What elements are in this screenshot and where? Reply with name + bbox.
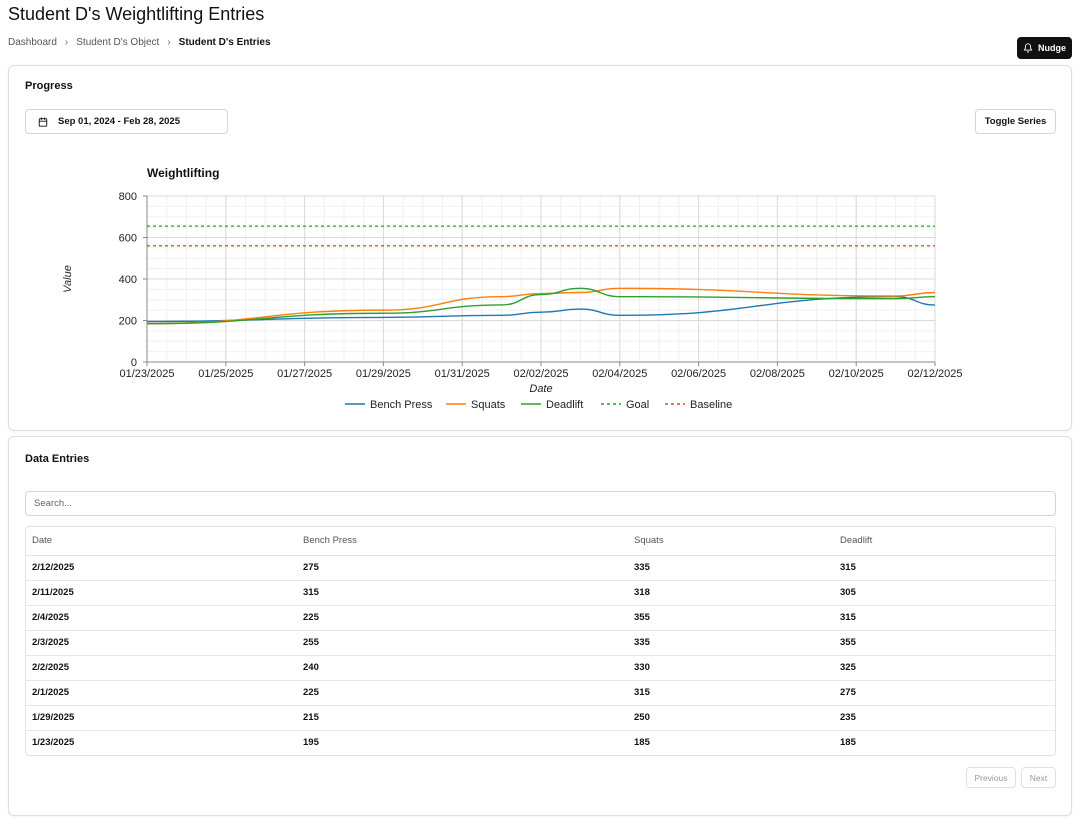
chart-y-axis-label: Value <box>62 265 74 293</box>
table-row[interactable]: 2/12/2025 275 335 315 <box>26 555 1055 581</box>
table-cell: 315 <box>834 605 1055 631</box>
legend-label: Bench Press <box>370 399 433 411</box>
table-cell: 315 <box>297 580 628 606</box>
table-row[interactable]: 2/2/2025 240 330 325 <box>26 655 1055 681</box>
chart-x-ticks: 01/23/2025 01/25/2025 01/27/2025 01/29/2025… <box>119 362 963 380</box>
weightlifting-chart: Weightlifting 0200400600800 01/23/2025 01… <box>62 166 963 411</box>
legend-item-goal[interactable]: Goal <box>601 399 649 411</box>
x-tick-label: 01/23/2025 <box>119 368 174 380</box>
table-cell: 275 <box>297 555 628 581</box>
table-cell: 1/23/2025 <box>32 737 75 749</box>
next-page-button[interactable]: Next <box>1021 767 1056 788</box>
table-cell: 2/11/2025 <box>26 580 297 606</box>
breadcrumb-object[interactable]: Student D's Object <box>76 37 159 48</box>
column-header[interactable]: Squats <box>628 527 834 556</box>
legend-label: Baseline <box>690 399 732 411</box>
table-cell: 235 <box>834 705 1055 731</box>
x-tick-label: 02/06/2025 <box>671 368 726 380</box>
data-entries-card: Data Entries DateBench PressSquatsDeadli… <box>8 436 1072 816</box>
table-row[interactable]: 2/3/2025 255 335 355 <box>26 630 1055 656</box>
x-tick-label: 02/02/2025 <box>513 368 568 380</box>
nudge-button[interactable]: Nudge <box>1017 37 1072 59</box>
x-tick-label: 01/25/2025 <box>198 368 253 380</box>
table-cell: 195 <box>303 737 319 749</box>
table-cell: 330 <box>628 655 834 681</box>
table-cell: 335 <box>628 555 834 581</box>
x-tick-label: 02/04/2025 <box>592 368 647 380</box>
legend-label: Deadlift <box>546 399 583 411</box>
table-row[interactable]: 2/4/2025 225 355 315 <box>26 605 1055 631</box>
table-row[interactable]: 1/29/2025 215 250 235 <box>26 705 1055 731</box>
page-title: Student D's Weightlifting Entries <box>8 4 265 24</box>
table-cell: 225 <box>297 680 628 706</box>
x-tick-label: 02/10/2025 <box>829 368 884 380</box>
table-cell: 240 <box>297 655 628 681</box>
table-cell: 355 <box>628 605 834 631</box>
table-cell: 250 <box>628 705 834 731</box>
breadcrumb: Dashboard › Student D's Object › Student… <box>8 37 271 48</box>
table-row[interactable]: 2/11/2025 315 318 305 <box>26 580 1055 606</box>
table-cell: 335 <box>628 630 834 656</box>
legend-label: Goal <box>626 399 649 411</box>
table-cell: 255 <box>297 630 628 656</box>
legend-item-baseline[interactable]: Baseline <box>665 399 732 411</box>
table-cell: 275 <box>834 680 1055 706</box>
x-tick-label: 02/12/2025 <box>907 368 962 380</box>
chart-legend[interactable]: Bench Press Squats Deadlift Goal Baseline <box>345 399 732 411</box>
table-row[interactable]: 2/1/2025 225 315 275 <box>26 680 1055 706</box>
legend-item-squats[interactable]: Squats <box>446 399 506 411</box>
table-cell: 185 <box>840 737 856 749</box>
column-header[interactable]: Deadlift <box>834 527 1055 556</box>
search-input[interactable] <box>25 491 1056 516</box>
entries-table: Date Bench Press Squats Deadlift 2/12/2025 2… <box>25 526 1056 756</box>
table-cell: 325 <box>834 655 1055 681</box>
legend-label: Squats <box>471 399 506 411</box>
x-tick-label: 01/27/2025 <box>277 368 332 380</box>
table-cell: 315 <box>628 680 834 706</box>
table-header-row: Date Bench Press Squats Deadlift <box>26 527 1055 556</box>
progress-card: Progress Sep 01, 2024 - Feb 28, 2025 Tog… <box>8 65 1072 431</box>
table-cell: 305 <box>834 580 1055 606</box>
table-cell: 2/2/2025 <box>26 655 297 681</box>
chevron-right-icon: › <box>64 37 69 48</box>
table-cell: 1/29/2025 <box>26 705 297 731</box>
data-entries-title: Data Entries <box>25 453 90 465</box>
table-cell: 225 <box>297 605 628 631</box>
table-cell: 2/1/2025 <box>26 680 297 706</box>
previous-page-button[interactable]: Previous <box>966 767 1016 788</box>
table-row[interactable]: 1/23/2025 195 185 185 <box>26 730 1055 755</box>
nudge-label: Nudge <box>1038 43 1066 53</box>
breadcrumb-current: Student D's Entries <box>178 37 271 48</box>
table-cell: 2/3/2025 <box>26 630 297 656</box>
table-cell: 318 <box>628 580 834 606</box>
table-cell: 215 <box>297 705 628 731</box>
chart-y-ticks: 0200400600800 <box>119 191 147 369</box>
legend-item-bench-press[interactable]: Bench Press <box>345 399 433 411</box>
column-header[interactable]: Date <box>26 527 297 556</box>
chart-title: Weightlifting <box>147 166 219 180</box>
bell-icon <box>1023 43 1033 53</box>
column-header[interactable]: Bench Press <box>297 527 628 556</box>
x-tick-label: 01/31/2025 <box>435 368 490 380</box>
chart-x-axis-label: Date <box>529 383 552 395</box>
table-cell: 2/12/2025 <box>26 555 297 581</box>
y-tick-label: 600 <box>119 233 137 245</box>
table-cell: 2/4/2025 <box>26 605 297 631</box>
x-tick-label: 01/29/2025 <box>356 368 411 380</box>
y-tick-label: 800 <box>119 191 137 203</box>
legend-item-deadlift[interactable]: Deadlift <box>521 399 583 411</box>
breadcrumb-dashboard[interactable]: Dashboard <box>8 37 57 48</box>
x-tick-label: 02/08/2025 <box>750 368 805 380</box>
table-cell: 355 <box>834 630 1055 656</box>
table-cell: 185 <box>634 737 650 749</box>
chevron-right-icon: › <box>167 37 171 48</box>
y-tick-label: 400 <box>119 274 137 286</box>
y-tick-label: 200 <box>119 316 137 328</box>
table-cell: 315 <box>834 555 1055 581</box>
